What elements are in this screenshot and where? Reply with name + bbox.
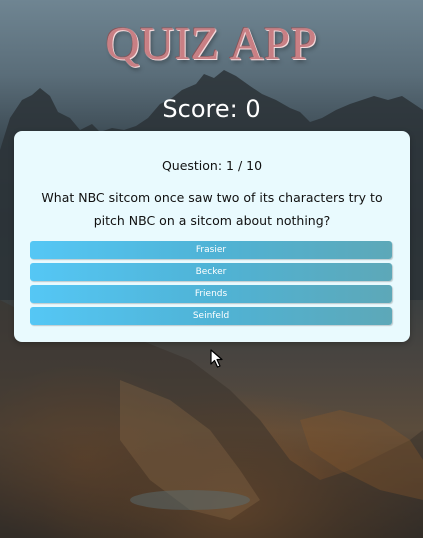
answer-button-frasier[interactable]: Frasier [30, 241, 392, 259]
answer-button-seinfeld[interactable]: Seinfeld [30, 307, 392, 325]
question-text: What NBC sitcom once saw two of its char… [41, 190, 383, 228]
answer-button-friends[interactable]: Friends [30, 285, 392, 303]
question-progress: Question: 1 / 10 [161, 158, 263, 173]
score-label: Score: 0 [162, 95, 261, 123]
mouse-pointer-icon [210, 349, 223, 368]
answer-button-becker[interactable]: Becker [30, 263, 392, 281]
answer-list: Frasier Becker Friends Seinfeld [30, 241, 392, 329]
quiz-card: Question: 1 / 10 What NBC sitcom once sa… [14, 131, 410, 342]
app-title: QUIZ APP [105, 18, 318, 70]
